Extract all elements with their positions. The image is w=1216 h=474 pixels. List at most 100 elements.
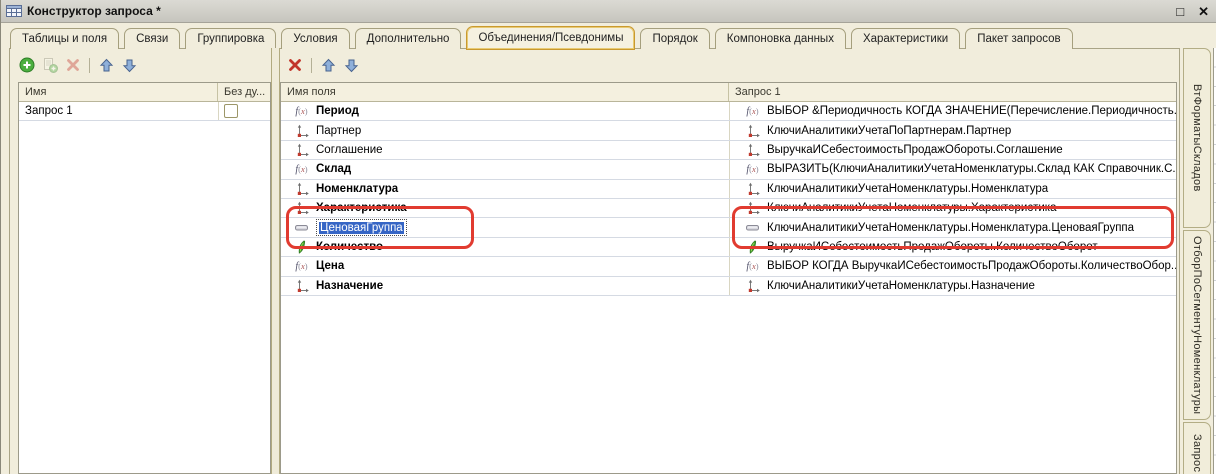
dimension-icon xyxy=(293,124,310,138)
field-name-cell[interactable]: Соглашение xyxy=(281,141,729,159)
query1-expression: КлючиАналитикиУчетаПоПартнерам.Партнер xyxy=(767,125,1011,137)
tab-Связи[interactable]: Связи xyxy=(124,28,180,49)
field-name-cell[interactable]: f(x)Период xyxy=(281,102,729,120)
field-name-cell[interactable]: f(x)Склад xyxy=(281,160,729,178)
field-name-cell[interactable]: ЦеноваяГруппа xyxy=(281,218,729,236)
column-header-name[interactable]: Имя xyxy=(19,83,218,101)
query1-cell[interactable]: КлючиАналитикиУчетаПоПартнерам.Партнер xyxy=(729,121,1176,139)
field-row[interactable]: f(x)Складf(x)ВЫРАЗИТЬ(КлючиАналитикиУчет… xyxy=(281,160,1176,179)
selected-field-name: ЦеноваяГруппа xyxy=(319,222,404,234)
query1-cell[interactable]: ВыручкаИСебестоимостьПродажОбороты.Согла… xyxy=(729,141,1176,159)
side-tab-ВтФорматыСкладов[interactable]: ВтФорматыСкладов xyxy=(1183,48,1211,228)
tab-Порядок[interactable]: Порядок xyxy=(640,28,709,49)
field-name: Цена xyxy=(316,260,344,272)
field-row[interactable]: Количество ВыручкаИСебестоимостьПродажОбо… xyxy=(281,238,1176,257)
window-title: Конструктор запроса * xyxy=(27,4,161,18)
close-button[interactable]: ✕ xyxy=(1198,5,1209,18)
field-name: Партнер xyxy=(316,125,361,137)
field-row[interactable]: Характеристика КлючиАналитикиУчетаНоменкл… xyxy=(281,199,1176,218)
tab-Пакет запросов[interactable]: Пакет запросов xyxy=(965,28,1072,49)
field-name-cell[interactable]: Номенклатура xyxy=(281,180,729,198)
query1-cell[interactable]: КлючиАналитикиУчетаНоменклатуры.Номенкла… xyxy=(729,180,1176,198)
dimension-icon xyxy=(744,182,761,196)
field-name-cell[interactable]: f(x) Цена xyxy=(281,257,729,275)
move-up-button[interactable] xyxy=(320,57,337,74)
query-row[interactable]: Запрос 1 xyxy=(19,102,270,121)
query-name[interactable]: Запрос 1 xyxy=(19,102,218,120)
panel-splitter[interactable] xyxy=(271,48,280,474)
column-header-no-duplicates[interactable]: Без ду... xyxy=(218,83,270,101)
delete-button[interactable] xyxy=(286,57,303,74)
query1-cell[interactable]: f(x)ВЫРАЗИТЬ(КлючиАналитикиУчетаНоменкла… xyxy=(729,160,1176,178)
dash-icon xyxy=(744,224,761,232)
field-name: Соглашение xyxy=(316,144,383,156)
move-down-button[interactable] xyxy=(343,57,360,74)
side-tab-ОтборПоСегментуНоменклатуры[interactable]: ОтборПоСегментуНоменклатуры xyxy=(1183,230,1211,420)
tab-Группировка[interactable]: Группировка xyxy=(185,28,276,49)
move-up-button[interactable] xyxy=(98,57,115,74)
toolbar-separator xyxy=(89,58,90,73)
dimension-icon xyxy=(744,279,761,293)
field-row[interactable]: ЦеноваяГруппа КлючиАналитикиУчетаНоменкла… xyxy=(281,218,1176,237)
no-duplicates-checkbox[interactable] xyxy=(224,104,238,118)
tab-bar: Таблицы и поляСвязиГруппировкаУсловия Доп… xyxy=(10,27,1078,49)
query1-expression: КлючиАналитикиУчетаНоменклатуры.Характер… xyxy=(767,202,1056,214)
tab-Условия[interactable]: Условия xyxy=(281,28,349,49)
query1-expression: ВЫБОР КОГДА ВыручкаИСебестоимостьПродажО… xyxy=(767,260,1176,272)
field-name: Количество xyxy=(316,241,383,253)
query1-cell[interactable]: f(x)ВЫБОР &Периодичность КОГДА ЗНАЧЕНИЕ(… xyxy=(729,102,1176,120)
field-name-cell[interactable]: Назначение xyxy=(281,277,729,295)
query-builder-window: Конструктор запроса * □ ✕ Таблицы и поля… xyxy=(0,0,1216,474)
query1-cell[interactable]: КлючиАналитикиУчетаНоменклатуры.Номенкла… xyxy=(729,218,1176,236)
column-header-query1[interactable]: Запрос 1 xyxy=(729,83,1176,101)
field-row[interactable]: Партнер КлючиАналитикиУчетаПоПартнерам.Па… xyxy=(281,121,1176,140)
query1-expression: КлючиАналитикиУчетаНоменклатуры.Номенкла… xyxy=(767,183,1048,195)
fields-table: Имя поля Запрос 1 f(x)Периодf(x)ВЫБОР &П… xyxy=(280,82,1177,474)
dimension-icon xyxy=(293,182,310,196)
dimension-icon xyxy=(744,124,761,138)
query1-cell[interactable]: КлючиАналитикиУчетаНоменклатуры.Назначен… xyxy=(729,277,1176,295)
field-row[interactable]: f(x)Периодf(x)ВЫБОР &Периодичность КОГДА… xyxy=(281,102,1176,121)
add-button[interactable] xyxy=(18,57,35,74)
formula-icon: f(x) xyxy=(293,106,310,117)
side-tab-Запрос пакета 3[interactable]: Запрос пакета 3 xyxy=(1183,422,1211,474)
field-row[interactable]: Соглашение ВыручкаИСебестоимостьПродажОбо… xyxy=(281,141,1176,160)
tab-Дополнительно[interactable]: Дополнительно xyxy=(355,28,462,49)
field-name: Назначение xyxy=(316,280,383,292)
no-duplicates-cell xyxy=(218,102,270,120)
field-name-cell[interactable]: Количество xyxy=(281,238,729,256)
delete-button xyxy=(64,57,81,74)
query1-expression: ВыручкаИСебестоимостьПродажОбороты.Колич… xyxy=(767,241,1098,253)
move-down-button[interactable] xyxy=(121,57,138,74)
field-row[interactable]: f(x) Цена f(x) ВЫБОР КОГДА ВыручкаИСебестои… xyxy=(281,257,1176,276)
tab-Объединения/Псевдонимы[interactable]: Объединения/Псевдонимы xyxy=(466,26,635,50)
column-header-field-name[interactable]: Имя поля xyxy=(281,83,729,101)
toolbar-separator xyxy=(311,58,312,73)
tab-Таблицы и поля[interactable]: Таблицы и поля xyxy=(10,28,119,49)
formula-icon: f(x) xyxy=(744,261,761,272)
dimension-icon xyxy=(293,279,310,293)
formula-icon: f(x) xyxy=(293,164,310,175)
field-name-editor[interactable]: ЦеноваяГруппа xyxy=(316,219,407,236)
query-list-toolbar xyxy=(18,54,138,76)
field-name-cell[interactable]: Характеристика xyxy=(281,199,729,217)
query-list-table: Имя Без ду... Запрос 1 xyxy=(18,82,271,474)
fields-toolbar xyxy=(286,54,360,76)
field-name-cell[interactable]: Партнер xyxy=(281,121,729,139)
query1-cell[interactable]: f(x) ВЫБОР КОГДА ВыручкаИСебестоимостьПро… xyxy=(729,257,1176,275)
field-row[interactable]: Назначение КлючиАналитикиУчетаНоменклатур… xyxy=(281,277,1176,296)
tab-Характеристики[interactable]: Характеристики xyxy=(851,28,960,49)
query1-cell[interactable]: ВыручкаИСебестоимостьПродажОбороты.Колич… xyxy=(729,238,1176,256)
dimension-icon xyxy=(744,201,761,215)
formula-icon: f(x) xyxy=(744,106,761,117)
formula-icon: f(x) xyxy=(293,261,310,272)
resource-icon xyxy=(293,240,310,254)
query1-expression: КлючиАналитикиУчетаНоменклатуры.Назначен… xyxy=(767,280,1035,292)
query1-expression: КлючиАналитикиУчетаНоменклатуры.Номенкла… xyxy=(767,222,1134,234)
tab-Компоновка данных[interactable]: Компоновка данных xyxy=(715,28,846,49)
maximize-button[interactable]: □ xyxy=(1176,5,1184,18)
query1-cell[interactable]: КлючиАналитикиУчетаНоменклатуры.Характер… xyxy=(729,199,1176,217)
query-list-header: Имя Без ду... xyxy=(19,83,270,102)
field-row[interactable]: Номенклатура КлючиАналитикиУчетаНоменклат… xyxy=(281,180,1176,199)
resource-icon xyxy=(744,240,761,254)
